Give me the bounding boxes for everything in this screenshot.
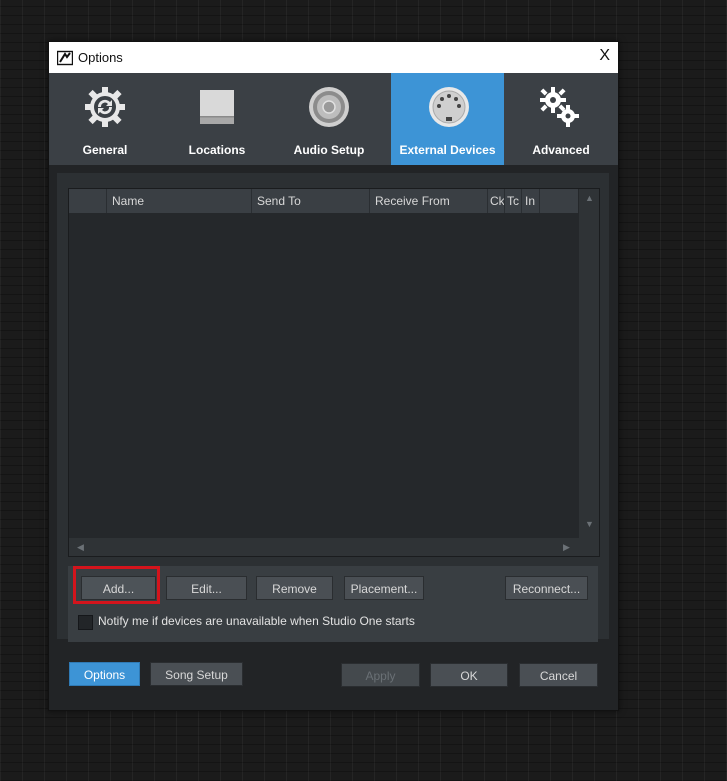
studio-one-app-icon xyxy=(57,50,73,66)
cancel-button[interactable]: Cancel xyxy=(519,663,598,687)
scroll-down-icon[interactable]: ▼ xyxy=(585,519,594,529)
device-list[interactable]: Name Send To Receive From Ck Tc In ▲ ▼ ◀… xyxy=(68,188,600,557)
column-header-blank xyxy=(69,189,106,213)
reconnect-button[interactable]: Reconnect... xyxy=(505,576,588,600)
device-list-header: Name Send To Receive From Ck Tc In xyxy=(69,189,578,213)
options-button[interactable]: Options xyxy=(69,662,140,686)
edit-device-button[interactable]: Edit... xyxy=(166,576,247,600)
scroll-up-icon[interactable]: ▲ xyxy=(585,193,594,203)
notify-checkbox[interactable] xyxy=(78,615,93,630)
dialog-footer: Options Song Setup Apply OK Cancel xyxy=(49,654,618,710)
add-device-button[interactable]: Add... xyxy=(81,576,156,600)
tab-advanced-label: Advanced xyxy=(532,143,590,157)
column-header-input[interactable]: In xyxy=(521,189,539,213)
placement-button[interactable]: Placement... xyxy=(344,576,424,600)
column-header-receive-from[interactable]: Receive From xyxy=(369,189,487,213)
column-header-spacer xyxy=(539,189,578,213)
tab-external-devices-label: External Devices xyxy=(399,143,496,157)
song-setup-button[interactable]: Song Setup xyxy=(150,662,243,686)
apply-button[interactable]: Apply xyxy=(341,663,420,687)
close-icon[interactable]: X xyxy=(599,47,610,65)
ok-button[interactable]: OK xyxy=(430,663,508,687)
window-title: Options xyxy=(78,50,123,65)
title-bar: Options X xyxy=(49,42,618,73)
midi-port-icon xyxy=(429,87,469,127)
tab-general[interactable]: General xyxy=(49,73,161,165)
column-header-name[interactable]: Name xyxy=(106,189,251,213)
scroll-left-icon[interactable]: ◀ xyxy=(77,542,84,553)
tab-external-devices[interactable]: External Devices xyxy=(391,73,504,165)
tab-audio-setup[interactable]: Audio Setup xyxy=(273,73,385,165)
column-header-clock[interactable]: Ck xyxy=(487,189,504,213)
horizontal-scrollbar[interactable]: ◀ ▶ xyxy=(69,538,599,556)
gear-cycle-icon xyxy=(85,87,125,127)
notify-checkbox-label[interactable]: Notify me if devices are unavailable whe… xyxy=(98,614,415,628)
column-header-timecode[interactable]: Tc xyxy=(504,189,521,213)
tab-advanced[interactable]: Advanced xyxy=(504,73,618,165)
tab-general-label: General xyxy=(82,143,128,157)
tab-locations[interactable]: Locations xyxy=(161,73,273,165)
options-dialog: Options X General Locations Audio Setup … xyxy=(48,41,619,711)
options-tab-bar: General Locations Audio Setup External D… xyxy=(49,73,618,165)
hard-drive-icon xyxy=(200,90,234,124)
device-button-bar: Add... Edit... Remove Placement... Recon… xyxy=(68,566,598,642)
tab-locations-label: Locations xyxy=(188,143,246,157)
speaker-icon xyxy=(309,87,349,127)
column-header-send-to[interactable]: Send To xyxy=(251,189,369,213)
external-devices-panel: Name Send To Receive From Ck Tc In ▲ ▼ ◀… xyxy=(57,173,609,642)
scroll-right-icon[interactable]: ▶ xyxy=(563,542,570,553)
vertical-scrollbar[interactable]: ▲ ▼ xyxy=(579,189,599,556)
gears-icon xyxy=(540,87,579,127)
remove-device-button[interactable]: Remove xyxy=(256,576,333,600)
tab-audio-setup-label: Audio Setup xyxy=(293,143,365,157)
